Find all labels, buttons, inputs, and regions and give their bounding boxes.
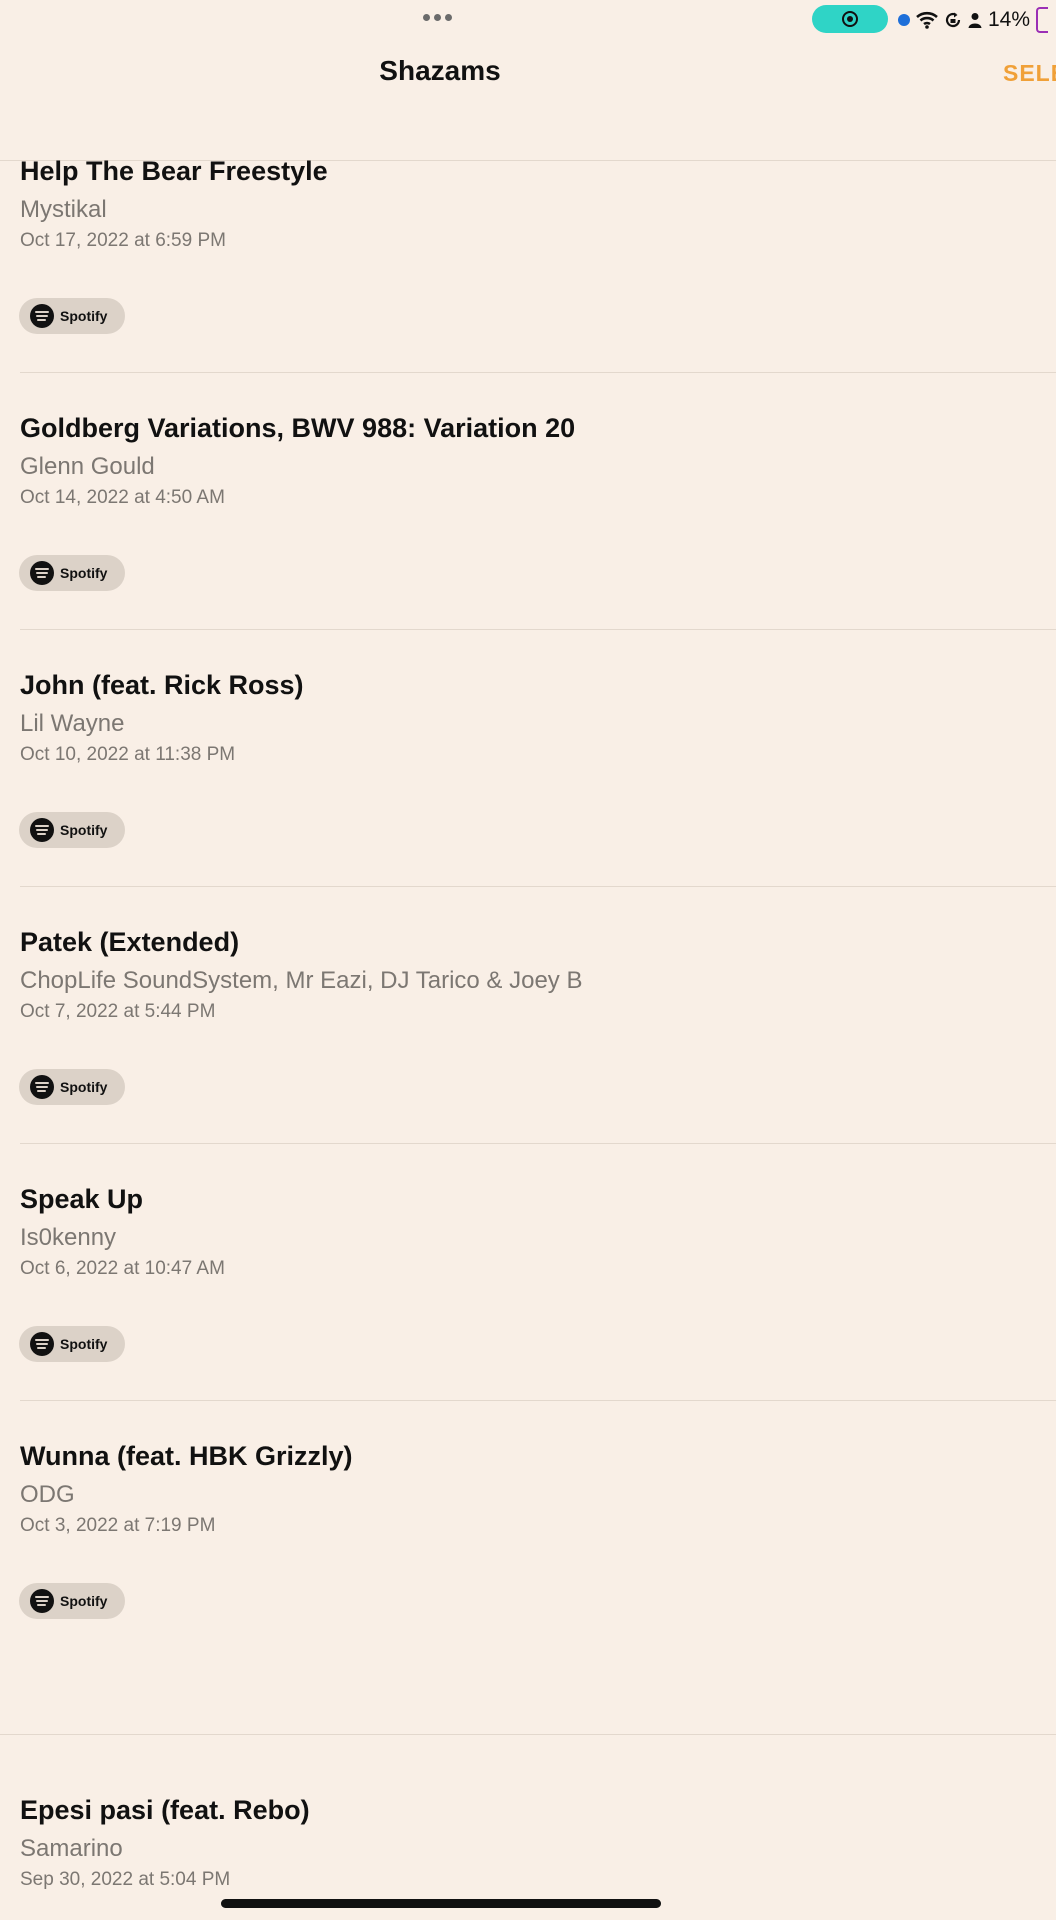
status-icons: 14% <box>898 7 1049 33</box>
divider <box>20 886 1056 887</box>
list-item[interactable]: Speak Up Is0kenny Oct 6, 2022 at 10:47 A… <box>0 1184 1056 1441</box>
divider <box>20 629 1056 630</box>
spotify-button[interactable]: Spotify <box>19 812 125 848</box>
spotify-button[interactable]: Spotify <box>19 555 125 591</box>
spotify-icon <box>30 1075 54 1099</box>
spotify-label: Spotify <box>60 565 108 581</box>
spotify-label: Spotify <box>60 822 108 838</box>
song-date: Oct 7, 2022 at 5:44 PM <box>20 1001 216 1022</box>
song-artist: Samarino <box>20 1835 123 1862</box>
rotation-lock-icon <box>945 12 961 28</box>
song-artist: Lil Wayne <box>20 710 125 737</box>
status-bar: 14% <box>0 0 1056 40</box>
more-dots-icon[interactable] <box>423 14 452 21</box>
list-item[interactable]: Patek (Extended) ChopLife SoundSystem, M… <box>0 927 1056 1184</box>
spotify-label: Spotify <box>60 1593 108 1609</box>
spotify-button[interactable]: Spotify <box>19 1583 125 1619</box>
home-indicator[interactable] <box>221 1899 661 1908</box>
song-date: Oct 6, 2022 at 10:47 AM <box>20 1258 225 1279</box>
song-title: John (feat. Rick Ross) <box>20 670 304 700</box>
screen-record-icon[interactable] <box>812 5 888 33</box>
wifi-icon <box>916 11 938 29</box>
spotify-icon <box>30 304 54 328</box>
song-title: Wunna (feat. HBK Grizzly) <box>20 1441 353 1471</box>
spotify-button[interactable]: Spotify <box>19 298 125 334</box>
song-title: Speak Up <box>20 1184 144 1214</box>
spotify-button[interactable]: Spotify <box>19 1069 125 1105</box>
divider <box>20 372 1056 373</box>
spotify-icon <box>30 561 54 585</box>
song-date: Sep 30, 2022 at 5:04 PM <box>20 1869 231 1890</box>
list-item[interactable]: Help The Bear Freestyle Mystikal Oct 17,… <box>0 156 1056 413</box>
song-artist: Is0kenny <box>20 1224 117 1251</box>
song-date: Oct 3, 2022 at 7:19 PM <box>20 1515 216 1536</box>
song-artist: ODG <box>20 1481 75 1508</box>
spotify-label: Spotify <box>60 308 108 324</box>
spotify-icon <box>30 818 54 842</box>
song-date: Oct 14, 2022 at 4:50 AM <box>20 487 225 508</box>
location-dot-icon <box>898 14 910 26</box>
song-artist: Glenn Gould <box>20 453 155 480</box>
song-artist: ChopLife SoundSystem, Mr Eazi, DJ Tarico… <box>20 967 583 994</box>
section-divider <box>0 1734 1056 1735</box>
divider <box>20 1143 1056 1144</box>
list-item[interactable]: Goldberg Variations, BWV 988: Variation … <box>0 413 1056 670</box>
battery-icon <box>1036 7 1049 33</box>
song-artist: Mystikal <box>20 196 107 223</box>
song-title: Epesi pasi (feat. Rebo) <box>20 1795 310 1825</box>
song-date: Oct 17, 2022 at 6:59 PM <box>20 230 226 251</box>
spotify-label: Spotify <box>60 1336 108 1352</box>
list-item[interactable]: John (feat. Rick Ross) Lil Wayne Oct 10,… <box>0 670 1056 927</box>
spotify-label: Spotify <box>60 1079 108 1095</box>
song-title: Goldberg Variations, BWV 988: Variation … <box>20 413 576 443</box>
spotify-button[interactable]: Spotify <box>19 1326 125 1362</box>
song-title: Help The Bear Freestyle <box>20 156 328 186</box>
person-icon <box>968 13 982 28</box>
song-date: Oct 10, 2022 at 11:38 PM <box>20 744 236 765</box>
list-item[interactable]: Wunna (feat. HBK Grizzly) ODG Oct 3, 202… <box>0 1441 1056 1698</box>
page-title: Shazams <box>379 55 501 86</box>
song-title: Patek (Extended) <box>20 927 240 957</box>
list-item[interactable]: Epesi pasi (feat. Rebo) Samarino Sep 30,… <box>0 1795 1056 1895</box>
spotify-icon <box>30 1589 54 1613</box>
select-button[interactable]: SELE <box>1003 60 1056 87</box>
spotify-icon <box>30 1332 54 1356</box>
divider <box>20 1400 1056 1401</box>
battery-percent: 14% <box>988 8 1031 31</box>
